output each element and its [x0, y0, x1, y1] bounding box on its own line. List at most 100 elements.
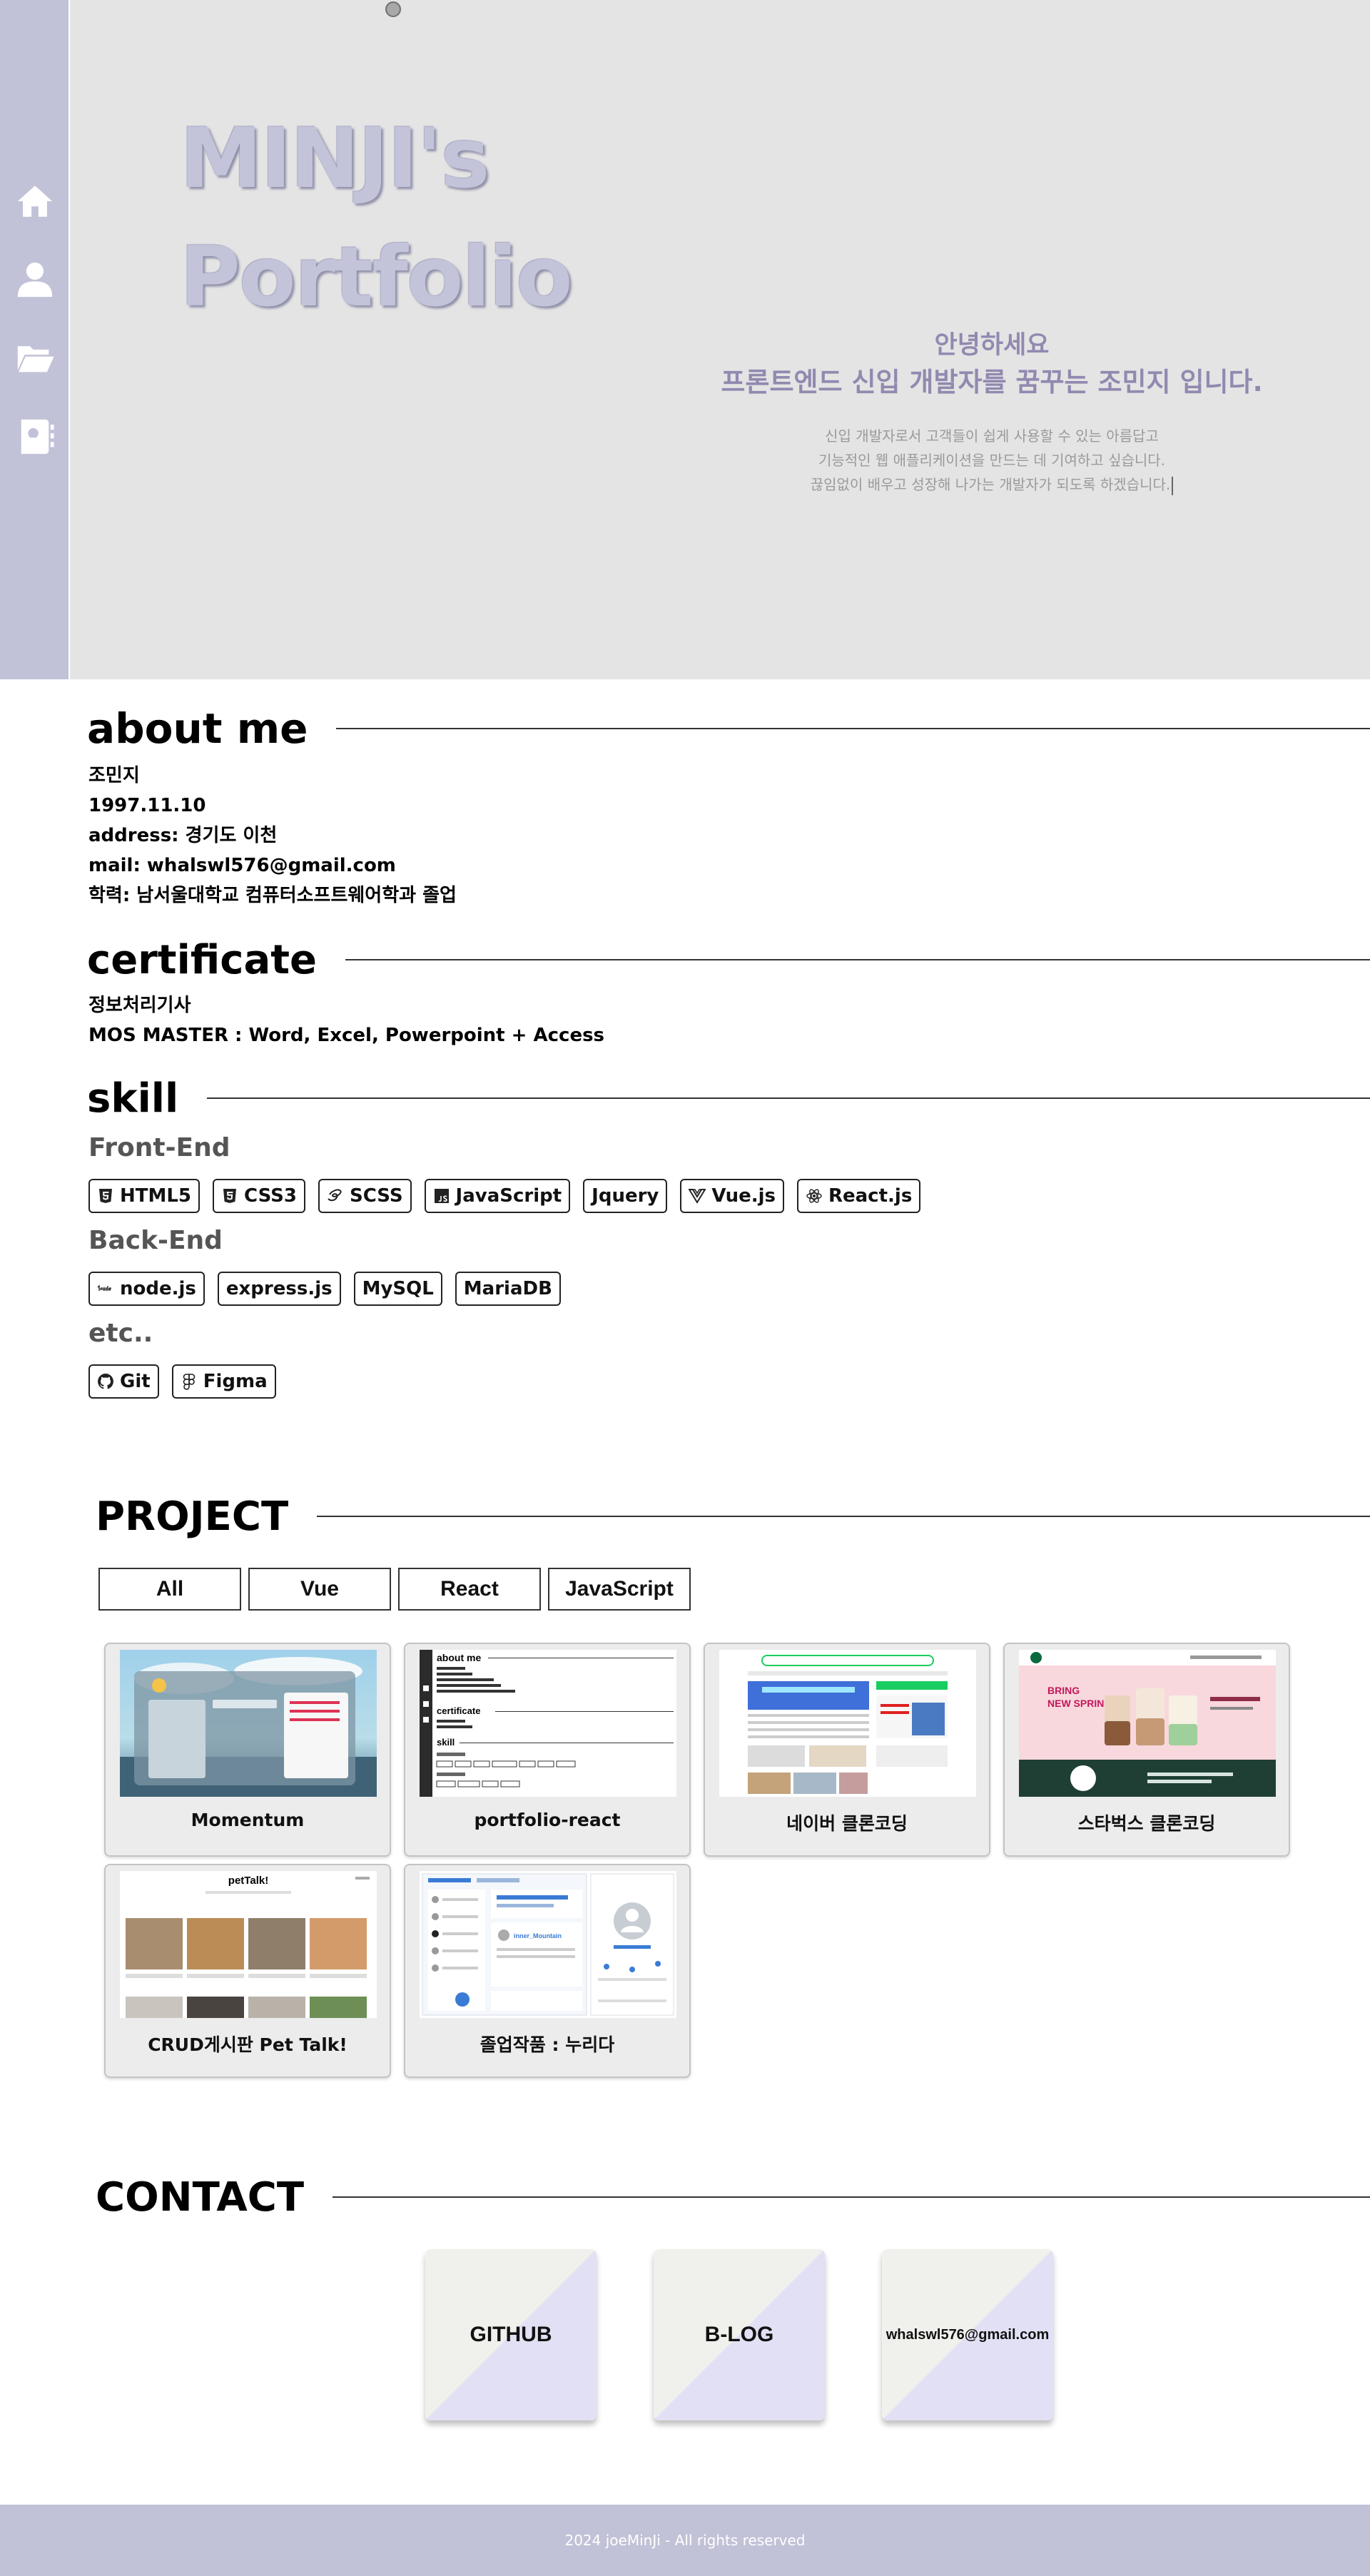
github-icon: [98, 1374, 113, 1389]
project-card[interactable]: 네이버 클론코딩: [704, 1643, 990, 1857]
typing-caret: [1172, 476, 1174, 495]
skill-tag-css3: CSS3: [213, 1179, 305, 1213]
skill-tag-scss: SCSS: [318, 1179, 412, 1213]
frontend-label: Front-End: [88, 1133, 230, 1162]
project-thumbnail: BRING NEW SPRING: [1019, 1650, 1276, 1797]
divider: [345, 959, 1370, 960]
certificate-item: MOS MASTER : Word, Excel, Powerpoint + A…: [88, 1025, 605, 1046]
footer-copyright: 2024 joeMinJi - All rights reserved: [564, 2532, 806, 2549]
skill-tag-express: express.js: [217, 1272, 341, 1306]
tagline-text: 프론트엔드 신입 개발자를 꿈꾸는 조민지 입니다.: [721, 367, 1263, 397]
project-thumbnail: petTalk!: [120, 1871, 377, 2018]
skill-tag-label: MariaDB: [463, 1278, 552, 1299]
thumb-text: inner_Mountain: [514, 1932, 562, 1939]
filter-vue-button[interactable]: Vue: [248, 1568, 391, 1611]
backend-tags: node.js express.js MySQL MariaDB: [88, 1272, 561, 1306]
hero-title: MINJI's Portfolio: [180, 100, 573, 337]
about-mail: mail: whalswl576@gmail.com: [88, 855, 396, 876]
hero-title-line2: Portfolio: [180, 229, 573, 325]
thumb-text: BRING: [1047, 1685, 1080, 1696]
project-card-title: 네이버 클론코딩: [786, 1813, 908, 1834]
project-card-title: portfolio-react: [474, 1810, 621, 1830]
skill-tag-figma: Figma: [171, 1364, 276, 1399]
certificate-item: 정보처리기사: [88, 995, 191, 1016]
project-card[interactable]: BRING NEW SPRING 스타벅스 클론코딩: [1003, 1643, 1290, 1857]
etc-label: etc..: [88, 1319, 153, 1348]
intro-line: 끊임없이 배우고 성장해 나가는 개발자가 되도록 하겠습니다.: [642, 472, 1341, 497]
project-filter: All Vue React JavaScript: [98, 1568, 691, 1611]
folder-open-icon[interactable]: [14, 337, 56, 380]
skill-tag-javascript: JavaScript: [424, 1179, 571, 1213]
about-heading: about me: [87, 704, 308, 753]
etc-tags: Git Figma: [88, 1364, 276, 1399]
skill-tag-vue: Vue.js: [680, 1179, 784, 1213]
certificate-heading: certificate: [87, 936, 317, 983]
about-education: 학력: 남서울대학교 컴퓨터소프트웨어학과 졸업: [88, 885, 457, 906]
skill-tag-label: HTML5: [120, 1185, 192, 1207]
skill-tag-jquery: Jquery: [583, 1179, 668, 1213]
skill-tag-node: node.js: [88, 1272, 205, 1306]
filter-react-button[interactable]: React: [398, 1568, 541, 1611]
frontend-tags: HTML5 CSS3 SCSS JavaScript Jquery Vue.js…: [88, 1179, 921, 1213]
home-icon[interactable]: [14, 180, 56, 223]
about-address: address: 경기도 이천: [88, 825, 278, 846]
project-thumbnail: [719, 1650, 976, 1797]
figma-icon: [183, 1374, 195, 1390]
greeting-text: 안녕하세요: [934, 331, 1050, 360]
project-thumbnail: [120, 1650, 377, 1797]
javascript-icon: [434, 1189, 449, 1203]
address-book-icon[interactable]: [14, 415, 56, 458]
skill-tag-html5: HTML5: [88, 1179, 201, 1213]
thumb-text: petTalk!: [228, 1875, 268, 1887]
divider: [333, 2196, 1370, 2198]
html5-icon: [99, 1189, 112, 1203]
skill-tag-label: node.js: [120, 1278, 196, 1299]
certificate-header: certificate: [87, 935, 1370, 985]
blog-link[interactable]: B-LOG: [654, 2249, 825, 2420]
user-icon[interactable]: [14, 258, 56, 301]
intro-line: 신입 개발자로서 고객들이 쉽게 사용할 수 있는 아름답고: [825, 427, 1159, 445]
skill-tag-label: Git: [120, 1371, 151, 1392]
project-card[interactable]: about me certificate skill portfolio-rea…: [404, 1643, 691, 1857]
skill-tag-label: React.js: [828, 1185, 913, 1207]
contact-header: CONTACT: [96, 2172, 1370, 2222]
css3-icon: [223, 1189, 237, 1203]
thumb-text: NEW SPRING: [1047, 1698, 1112, 1709]
project-card[interactable]: inner_Mountain 졸업작품 : 누리다: [404, 1864, 691, 2078]
skill-tag-mysql: MySQL: [353, 1272, 442, 1306]
thumb-text: certificate: [437, 1705, 480, 1716]
sass-icon: [328, 1189, 342, 1202]
project-card-title: 스타벅스 클론코딩: [1077, 1813, 1216, 1834]
thumb-text: about me: [437, 1652, 481, 1663]
filter-javascript-button[interactable]: JavaScript: [548, 1568, 691, 1611]
project-thumbnail: about me certificate skill: [420, 1650, 676, 1797]
divider: [317, 1516, 1370, 1517]
about-header: about me: [87, 704, 1370, 754]
certificate-list: 정보처리기사 MOS MASTER : Word, Excel, Powerpo…: [88, 990, 604, 1050]
intro-line-text: 끊임없이 배우고 성장해 나가는 개발자가 되도록 하겠습니다.: [810, 476, 1171, 493]
project-card[interactable]: Momentum: [104, 1643, 391, 1857]
github-link[interactable]: GITHUB: [425, 2249, 597, 2420]
contact-heading: CONTACT: [96, 2174, 305, 2221]
project-thumbnail: inner_Mountain: [420, 1871, 676, 2018]
sidebar-nav: [0, 0, 70, 679]
decorative-dot: [385, 1, 401, 17]
skill-tag-mariadb: MariaDB: [455, 1272, 561, 1306]
project-header: PROJECT: [96, 1491, 1370, 1541]
filter-all-button[interactable]: All: [98, 1568, 241, 1611]
skill-header: skill: [87, 1073, 1370, 1123]
skill-tag-label: Jquery: [592, 1185, 659, 1207]
skill-heading: skill: [87, 1075, 179, 1122]
divider: [336, 728, 1370, 729]
project-card-title: Momentum: [191, 1810, 305, 1830]
skill-tag-label: Vue.js: [711, 1185, 776, 1207]
project-heading: PROJECT: [96, 1493, 289, 1540]
email-link[interactable]: whalswl576@gmail.com: [882, 2249, 1053, 2420]
project-card[interactable]: petTalk! CRUD게시판 Pet Talk!: [104, 1864, 391, 2078]
intro-line: 기능적인 웹 애플리케이션을 만드는 데 기여하고 싶습니다.: [818, 452, 1166, 469]
project-card-title: CRUD게시판 Pet Talk!: [148, 2034, 347, 2055]
project-card-title: 졸업작품 : 누리다: [480, 2034, 615, 2055]
thumb-text: skill: [437, 1737, 455, 1748]
hero-greeting: 안녕하세요 프론트엔드 신입 개발자를 꿈꾸는 조민지 입니다.: [642, 327, 1341, 401]
about-name: 조민지: [88, 765, 140, 786]
